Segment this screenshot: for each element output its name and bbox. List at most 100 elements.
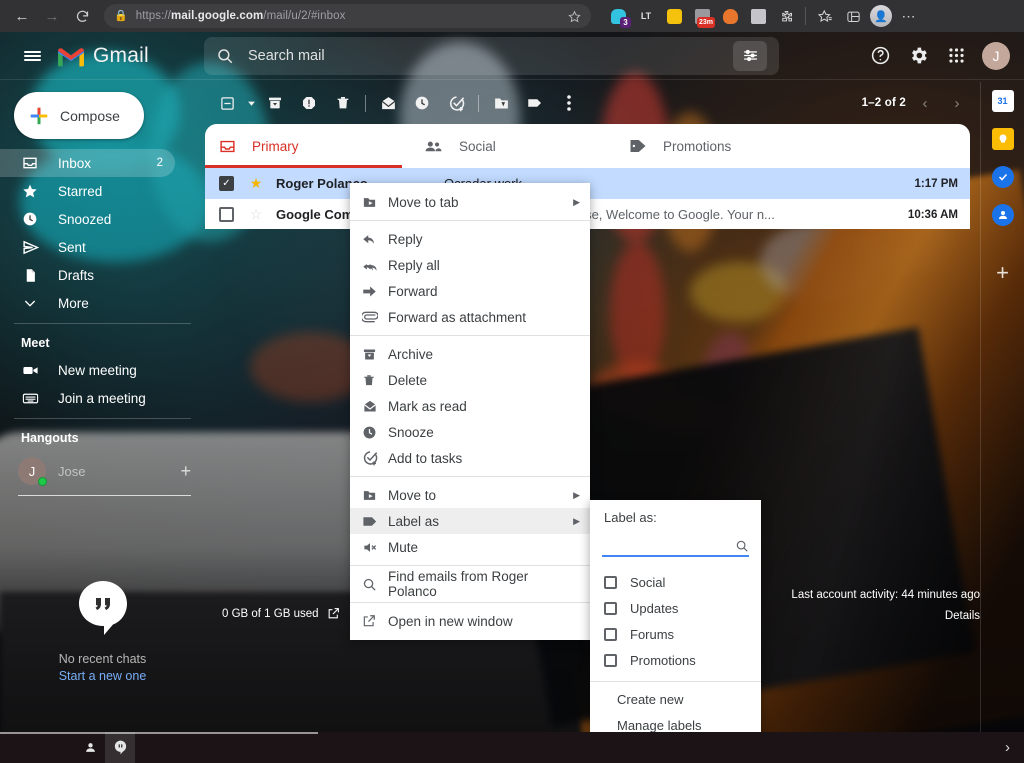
star-icon[interactable]: ☆	[245, 206, 267, 223]
inbox-unread-count: 2	[156, 157, 163, 169]
mark-as-read-icon[interactable]	[371, 88, 405, 118]
contact-card-extension-icon[interactable]	[745, 3, 771, 29]
plus-icon[interactable]: +	[996, 260, 1009, 286]
sidebar-item-new-meeting[interactable]: New meeting	[0, 356, 205, 384]
label-search-input[interactable]	[602, 533, 749, 557]
favorites-icon[interactable]	[812, 3, 838, 29]
tab-promotions[interactable]: Promotions	[615, 124, 820, 168]
sidebar-item-inbox[interactable]: Inbox 2	[0, 149, 175, 177]
sidebar-item-sent[interactable]: Sent	[0, 233, 205, 261]
menu-item-forward[interactable]: Forward	[350, 278, 590, 304]
menu-item-archive[interactable]: Archive	[350, 341, 590, 367]
menu-item-move-to-tab[interactable]: Move to tab ▶	[350, 189, 590, 215]
ghost-extension-icon[interactable]: 3	[605, 3, 631, 29]
search-icon	[216, 47, 234, 65]
menu-item-forward-as-attachment[interactable]: Forward as attachment	[350, 304, 590, 330]
menu-item-open-in-new-window[interactable]: Open in new window	[350, 608, 590, 634]
plus-icon[interactable]: +	[180, 461, 191, 482]
menu-item-delete[interactable]: Delete	[350, 367, 590, 393]
star-icon[interactable]: ★	[245, 175, 267, 192]
search-input-placeholder[interactable]: Search mail	[248, 48, 719, 64]
account-avatar[interactable]: J	[982, 41, 1010, 70]
chevron-right-icon[interactable]: ›	[1005, 739, 1024, 756]
sidebar-item-starred[interactable]: Starred	[0, 177, 205, 205]
compose-button[interactable]: Compose	[14, 92, 144, 139]
gmail-logo-text: Gmail	[93, 43, 149, 67]
contacts-taskbar-icon[interactable]	[75, 732, 105, 763]
label-option-forums[interactable]: Forums	[590, 621, 761, 647]
back-arrow-icon[interactable]: ←	[8, 2, 36, 30]
checkbox[interactable]	[604, 575, 617, 589]
open-in-new-icon[interactable]	[327, 607, 340, 620]
online-status-dot	[38, 477, 47, 486]
google-keep-icon[interactable]	[991, 128, 1014, 150]
details-link[interactable]: Details	[791, 610, 980, 622]
row-checkbox[interactable]	[219, 207, 234, 222]
timer-extension-icon[interactable]: 23m	[689, 3, 715, 29]
create-new-label-button[interactable]: Create new	[590, 686, 761, 712]
tab-primary[interactable]: Primary	[205, 124, 410, 168]
google-calendar-icon[interactable]: 31	[991, 90, 1014, 112]
menu-item-find-emails-from-sender[interactable]: Find emails from Roger Polanco	[350, 569, 590, 599]
label-option-updates[interactable]: Updates	[590, 595, 761, 621]
checkbox[interactable]	[604, 601, 617, 615]
sidebar-item-drafts[interactable]: Drafts	[0, 261, 205, 289]
tab-social[interactable]: Social	[410, 124, 615, 168]
report-spam-icon[interactable]	[292, 88, 326, 118]
sidebar-item-more[interactable]: More	[0, 289, 205, 317]
hangouts-current-user[interactable]: J Jose +	[0, 451, 205, 491]
browser-profile-avatar[interactable]: 👤	[868, 3, 894, 29]
sidebar: Compose Inbox 2 Starred Snoozed Sent Dra…	[0, 82, 205, 732]
yellow-note-extension-icon[interactable]	[661, 3, 687, 29]
puzzle-extension-icon[interactable]	[773, 3, 799, 29]
trash-icon[interactable]	[326, 88, 360, 118]
hamburger-menu-icon[interactable]	[12, 36, 52, 76]
menu-item-reply[interactable]: Reply	[350, 226, 590, 252]
menu-item-add-to-tasks[interactable]: Add to tasks	[350, 445, 590, 471]
google-apps-grid-icon[interactable]	[944, 44, 968, 68]
chevron-left-icon[interactable]: ‹	[912, 90, 938, 116]
collections-icon[interactable]	[840, 3, 866, 29]
forward-arrow-icon[interactable]: →	[38, 2, 66, 30]
select-all-checkbox-icon[interactable]	[210, 88, 244, 118]
more-options-icon[interactable]: ⋯	[896, 3, 922, 29]
side-apps-rail: 31 +	[980, 82, 1024, 732]
menu-item-snooze[interactable]: Snooze	[350, 419, 590, 445]
label-option-promotions[interactable]: Promotions	[590, 647, 761, 673]
select-dropdown-chevron-down-icon[interactable]	[244, 88, 258, 118]
add-bookmark-icon[interactable]	[568, 10, 581, 23]
move-to-icon[interactable]	[484, 88, 518, 118]
google-contacts-icon[interactable]	[991, 204, 1014, 226]
label-option-social[interactable]: Social	[590, 569, 761, 595]
menu-item-mute[interactable]: Mute	[350, 534, 590, 560]
add-to-tasks-icon[interactable]	[439, 88, 473, 118]
google-tasks-icon[interactable]	[991, 166, 1014, 188]
checkbox[interactable]	[604, 653, 617, 667]
menu-item-move-to[interactable]: Move to ▶	[350, 482, 590, 508]
sidebar-item-snoozed[interactable]: Snoozed	[0, 205, 205, 233]
pagination-range: 1–2 of 2	[861, 97, 906, 109]
row-checkbox[interactable]: ✓	[219, 176, 234, 191]
sidebar-item-join-meeting[interactable]: Join a meeting	[0, 384, 205, 412]
menu-item-label-as[interactable]: Label as ▶	[350, 508, 590, 534]
more-vertical-icon[interactable]	[552, 88, 586, 118]
gmail-logo[interactable]: Gmail	[56, 44, 204, 68]
labels-tag-icon[interactable]	[518, 88, 552, 118]
start-new-chat-link[interactable]: Start a new one	[0, 669, 205, 683]
star-icon	[21, 183, 39, 199]
hangouts-taskbar-icon[interactable]	[105, 732, 135, 763]
fox-extension-icon[interactable]	[717, 3, 743, 29]
menu-item-mark-as-read[interactable]: Mark as read	[350, 393, 590, 419]
lt-extension-icon[interactable]: LT	[633, 3, 659, 29]
search-options-icon[interactable]	[733, 40, 767, 71]
archive-icon[interactable]	[258, 88, 292, 118]
help-icon[interactable]	[868, 44, 892, 68]
menu-item-reply-all[interactable]: Reply all	[350, 252, 590, 278]
address-bar[interactable]: 🔒 https://mail.google.com/mail/u/2/#inbo…	[104, 4, 591, 28]
reload-icon[interactable]	[68, 2, 96, 30]
chevron-right-icon[interactable]: ›	[944, 90, 970, 116]
settings-gear-icon[interactable]	[906, 44, 930, 68]
snooze-clock-icon[interactable]	[405, 88, 439, 118]
checkbox[interactable]	[604, 627, 617, 641]
search-mail-bar[interactable]: Search mail	[204, 36, 779, 75]
